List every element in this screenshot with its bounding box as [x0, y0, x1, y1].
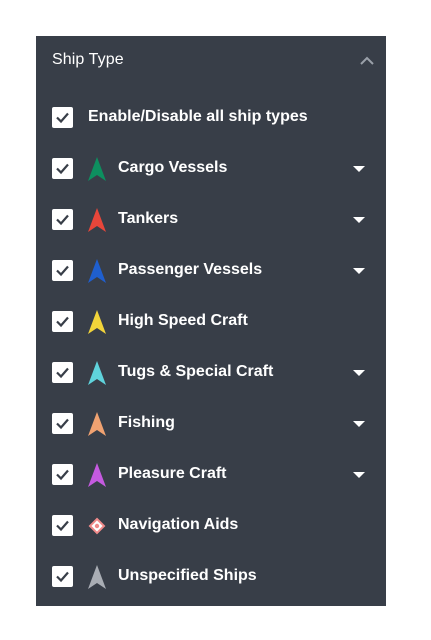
- ship-type-row-fishing[interactable]: Fishing: [36, 398, 386, 449]
- ship-arrow-icon: [86, 258, 108, 284]
- ship-type-checkbox-cargo-vessels[interactable]: [52, 158, 73, 179]
- ship-type-label: Navigation Aids: [118, 516, 239, 533]
- ship-type-row-tugs-and-special-craft[interactable]: Tugs & Special Craft: [36, 347, 386, 398]
- ship-type-label: Unspecified Ships: [118, 567, 257, 584]
- ship-type-label: Tugs & Special Craft: [118, 363, 274, 380]
- caret-down-icon[interactable]: [350, 262, 368, 280]
- checkmark-icon: [56, 469, 69, 481]
- checkmark-icon: [56, 163, 69, 175]
- master-toggle-checkbox[interactable]: [52, 107, 73, 128]
- ship-type-row-unspecified-ships[interactable]: Unspecified Ships: [36, 551, 386, 602]
- caret-down-icon[interactable]: [350, 466, 368, 484]
- panel-title: Ship Type: [52, 51, 124, 68]
- ship-type-checkbox-pleasure-craft[interactable]: [52, 464, 73, 485]
- ship-type-label: Tankers: [118, 210, 179, 227]
- panel-header[interactable]: Ship Type: [36, 36, 386, 86]
- checkmark-icon: [56, 418, 69, 430]
- ship-arrow-icon: [86, 309, 108, 335]
- checkmark-icon: [56, 520, 69, 532]
- ship-type-checkbox-tankers[interactable]: [52, 209, 73, 230]
- ship-type-checkbox-unspecified-ships[interactable]: [52, 566, 73, 587]
- checkmark-icon: [56, 214, 69, 226]
- ship-arrow-icon: [86, 411, 108, 437]
- checkmark-icon: [56, 112, 69, 124]
- ship-type-row-pleasure-craft[interactable]: Pleasure Craft: [36, 449, 386, 500]
- ship-type-label: Passenger Vessels: [118, 261, 263, 278]
- ship-type-label: Cargo Vessels: [118, 159, 228, 176]
- ship-type-row-cargo-vessels[interactable]: Cargo Vessels: [36, 143, 386, 194]
- ship-arrow-icon: [86, 156, 108, 182]
- ship-type-label: Fishing: [118, 414, 175, 431]
- ship-type-row-high-speed-craft[interactable]: High Speed Craft: [36, 296, 386, 347]
- ship-arrow-icon: [86, 207, 108, 233]
- ship-type-panel: Ship Type Enable/Disable all ship types …: [36, 36, 386, 606]
- ship-arrow-icon: [86, 564, 108, 590]
- ship-type-checkbox-navigation-aids[interactable]: [52, 515, 73, 536]
- checkmark-icon: [56, 265, 69, 277]
- master-toggle-label: Enable/Disable all ship types: [88, 108, 308, 125]
- ship-type-row-navigation-aids[interactable]: Navigation Aids: [36, 500, 386, 551]
- ship-type-checkbox-tugs-and-special-craft[interactable]: [52, 362, 73, 383]
- checkmark-icon: [56, 571, 69, 583]
- caret-down-icon[interactable]: [350, 364, 368, 382]
- ship-type-checkbox-passenger-vessels[interactable]: [52, 260, 73, 281]
- chevron-up-icon[interactable]: [354, 48, 380, 74]
- master-toggle-row[interactable]: Enable/Disable all ship types: [36, 92, 386, 143]
- caret-down-icon[interactable]: [350, 211, 368, 229]
- ship-type-label: High Speed Craft: [118, 312, 248, 329]
- navigation-aid-diamond-icon: [86, 513, 108, 539]
- caret-down-icon[interactable]: [350, 415, 368, 433]
- caret-down-icon[interactable]: [350, 160, 368, 178]
- ship-type-row-passenger-vessels[interactable]: Passenger Vessels: [36, 245, 386, 296]
- checkmark-icon: [56, 316, 69, 328]
- ship-type-checkbox-high-speed-craft[interactable]: [52, 311, 73, 332]
- ship-arrow-icon: [86, 462, 108, 488]
- ship-arrow-icon: [86, 360, 108, 386]
- ship-type-row-tankers[interactable]: Tankers: [36, 194, 386, 245]
- ship-type-checkbox-fishing[interactable]: [52, 413, 73, 434]
- checkmark-icon: [56, 367, 69, 379]
- ship-type-label: Pleasure Craft: [118, 465, 227, 482]
